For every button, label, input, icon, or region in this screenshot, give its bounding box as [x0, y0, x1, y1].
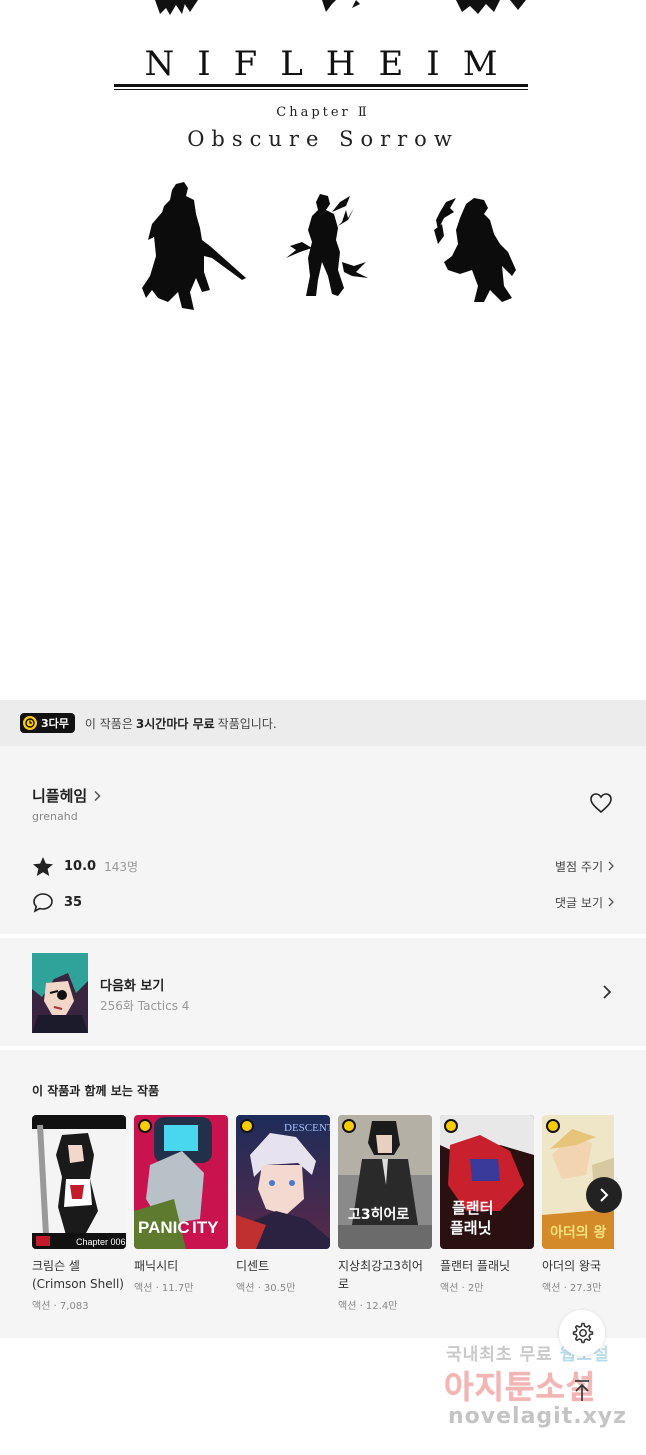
- chevron-right-icon: [603, 985, 612, 999]
- card-meta: 액션 · 2만: [440, 1283, 484, 1294]
- svg-text:플랜터: 플랜터: [452, 1199, 493, 1217]
- card-title: 디센트: [236, 1259, 270, 1273]
- recommendations-section: 이 작품과 함께 보는 작품 Chapter 006 크림슨 셀(Crimson…: [0, 1050, 646, 1338]
- notice-text-before: 이 작품은: [84, 716, 133, 731]
- watermark-line3: novelagit.xyz: [448, 1404, 627, 1429]
- carousel-next-button[interactable]: [586, 1177, 622, 1213]
- rating-score: 10.0: [64, 858, 97, 874]
- view-comments-button[interactable]: 댓글 보기: [555, 894, 614, 911]
- recommendation-card[interactable]: PANIC ITY 패닉시티 액션 · 11.7만: [134, 1115, 228, 1294]
- clock-icon: [342, 1119, 356, 1133]
- recommendation-card[interactable]: DESCENT 디센트 액션 · 30.5만: [236, 1115, 330, 1294]
- cover-crimson-shell: Chapter 006: [32, 1115, 126, 1249]
- author-name: grenahd: [32, 810, 78, 823]
- svg-text:고3히어로: 고3히어로: [348, 1206, 409, 1223]
- svg-text:Chapter 006: Chapter 006: [76, 1237, 126, 1247]
- top-silhouettes: [155, 0, 526, 15]
- title-rule: [114, 84, 528, 87]
- badge-label: 3다무: [41, 717, 69, 730]
- clock-icon: [444, 1119, 458, 1133]
- clock-icon: [546, 1119, 560, 1133]
- comment-icon: [33, 892, 53, 913]
- recommendation-card[interactable]: Chapter 006 크림슨 셀(Crimson Shell) 액션 · 7,…: [32, 1115, 126, 1312]
- cover-descent: DESCENT: [236, 1115, 330, 1249]
- next-episode-subtitle: 256화 Tactics 4: [100, 999, 190, 1013]
- card-meta: 액션 · 11.7만: [134, 1283, 194, 1294]
- warrior-silhouette: [142, 182, 246, 310]
- recommendation-card[interactable]: 플랜터 플래닛 플랜터 플래닛 액션 · 2만: [440, 1115, 534, 1294]
- arrow-up-icon: [575, 1380, 589, 1401]
- card-meta: 액션 · 12.4만: [338, 1301, 398, 1312]
- cover-planter-planet: 플랜터 플래닛: [440, 1115, 534, 1249]
- card-title: 패닉시티: [134, 1259, 179, 1273]
- notice-text-bold: 3시간마다 무료: [135, 716, 215, 731]
- cover-strongest-hero: 고3히어로: [338, 1115, 432, 1249]
- rate-button[interactable]: 별점 주기: [555, 858, 614, 875]
- view-comments-label: 댓글 보기: [555, 895, 603, 910]
- title-rule-thin: [114, 89, 528, 90]
- settings-button[interactable]: [559, 1310, 605, 1356]
- series-title: 니플헤임: [32, 787, 88, 805]
- chevron-right-icon: [94, 790, 101, 801]
- scroll-top-button[interactable]: [559, 1368, 605, 1414]
- coat-figure-silhouette: [286, 194, 368, 296]
- chevron-right-icon: [608, 897, 614, 907]
- recommendation-card[interactable]: 고3히어로 지상최강고3히어로 액션 · 12.4만: [338, 1115, 432, 1312]
- rating-count: 143명: [104, 859, 139, 874]
- card-title: 크림슨 셀(Crimson Shell): [32, 1259, 124, 1291]
- series-info-panel: 니플헤임 grenahd 10.0 143명 별점 주기 35 댓글 보기: [0, 746, 646, 934]
- art-title: NIFLHEIM: [144, 44, 521, 84]
- svg-text:ITY: ITY: [192, 1218, 219, 1237]
- notice-text-after: 작품입니다.: [217, 716, 277, 731]
- svg-text:DESCENT: DESCENT: [284, 1122, 330, 1134]
- clock-icon: [138, 1119, 152, 1133]
- rating-row: 10.0 143명 별점 주기: [32, 854, 614, 878]
- free-notice-bar: 3다무 이 작품은 3시간마다 무료 작품입니다.: [0, 700, 646, 746]
- card-meta: 액션 · 7,083: [32, 1301, 89, 1312]
- recommendations-heading: 이 작품과 함께 보는 작품: [32, 1084, 160, 1098]
- cover-panic-city: PANIC ITY: [134, 1115, 228, 1249]
- clock-icon: [240, 1119, 254, 1133]
- comment-row: 35 댓글 보기: [32, 890, 614, 914]
- series-title-link[interactable]: 니플헤임: [32, 785, 101, 806]
- art-subtitle: Obscure Sorrow: [187, 127, 459, 151]
- rate-button-label: 별점 주기: [555, 859, 603, 874]
- chevron-right-icon: [608, 861, 614, 871]
- svg-text:플래닛: 플래닛: [450, 1219, 492, 1237]
- heart-icon[interactable]: [589, 792, 613, 814]
- card-meta: 액션 · 30.5만: [236, 1283, 296, 1294]
- gear-icon: [572, 1322, 594, 1344]
- comment-count: 35: [64, 894, 83, 910]
- wait-free-badge: 3다무: [20, 713, 75, 733]
- next-episode-label: 다음화 보기: [100, 979, 165, 994]
- hooded-figure-silhouette: [434, 198, 516, 302]
- next-episode-card[interactable]: 다음화 보기 256화 Tactics 4: [0, 938, 646, 1046]
- comic-title-panel: NIFLHEIM Chapter Ⅱ Obscure Sorrow: [0, 0, 646, 700]
- clock-icon: [23, 716, 37, 730]
- svg-text:아더의 왕: 아더의 왕: [550, 1224, 607, 1241]
- art-chapter: Chapter Ⅱ: [276, 105, 370, 120]
- next-episode-thumbnail: [32, 953, 88, 1033]
- chevron-right-icon: [600, 1188, 609, 1202]
- star-icon: [33, 856, 53, 876]
- svg-text:PANIC: PANIC: [138, 1218, 190, 1237]
- card-title: 플랜터 플래닛: [440, 1259, 511, 1273]
- carousel-edge: [614, 1110, 646, 1338]
- card-title: 지상최강고3히어로: [338, 1259, 423, 1291]
